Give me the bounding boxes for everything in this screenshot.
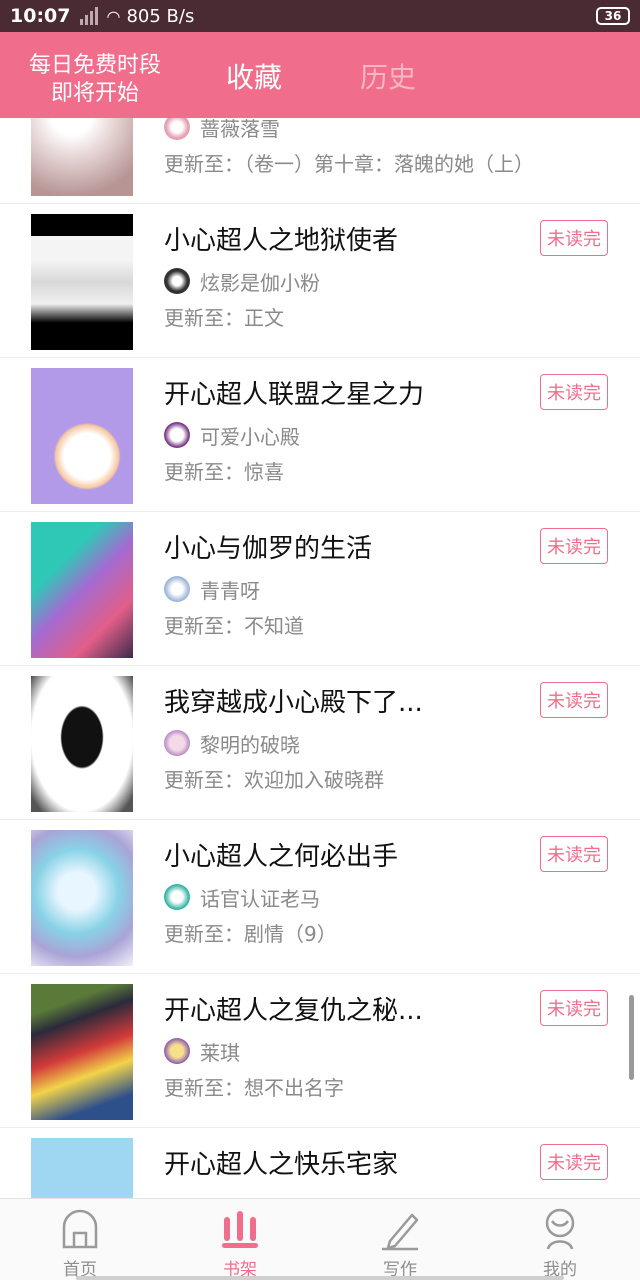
bookshelf-list[interactable]: 蔷薇落雪 更新至：（卷一）第十章：落魄的她（上） 小心超人之地狱使者 炫影是伽小…	[0, 118, 640, 1198]
list-item[interactable]: 我穿越成小心殿下了... 黎明的破晓 更新至：欢迎加入破晓群 未读完	[0, 666, 640, 820]
list-item[interactable]: 小心超人之地狱使者 炫影是伽小粉 更新至：正文 未读完	[0, 204, 640, 358]
tab-favorites[interactable]: 收藏	[226, 56, 282, 96]
author-row: 炫影是伽小粉	[164, 266, 320, 296]
update-text: 更新至：剧情（9）	[164, 922, 337, 946]
author-row: 可爱小心殿	[164, 420, 300, 450]
nav-write[interactable]: 写作	[320, 1199, 480, 1281]
author-name: 炫影是伽小粉	[200, 270, 320, 295]
home-icon	[62, 1209, 98, 1249]
book-title[interactable]: 小心与伽罗的生活	[164, 528, 372, 565]
book-cover[interactable]	[31, 1138, 133, 1198]
author-row: 黎明的破晓	[164, 728, 300, 758]
update-text: 更新至：惊喜	[164, 460, 284, 484]
pencil-icon	[382, 1213, 419, 1251]
tab-history[interactable]: 历史	[360, 56, 416, 96]
home-indicator[interactable]	[76, 1276, 564, 1280]
book-cover[interactable]	[31, 522, 133, 658]
bookshelf-icon	[222, 1211, 258, 1248]
status-time: 10:07	[10, 5, 71, 27]
list-item[interactable]: 开心超人之复仇之秘... 莱琪 更新至：想不出名字 未读完	[0, 974, 640, 1128]
profile-icon	[545, 1208, 575, 1250]
book-title[interactable]: 开心超人联盟之星之力	[164, 374, 424, 411]
avatar	[164, 884, 190, 910]
avatar	[164, 576, 190, 602]
header-bar: 每日免费时段 即将开始 收藏 历史	[0, 32, 640, 118]
list-item[interactable]: 开心超人联盟之星之力 可爱小心殿 更新至：惊喜 未读完	[0, 358, 640, 512]
avatar	[164, 730, 190, 756]
free-time-line2: 即将开始	[50, 81, 139, 106]
unread-badge: 未读完	[540, 374, 608, 410]
author-name: 黎明的破晓	[200, 732, 300, 757]
update-text: 更新至：欢迎加入破晓群	[164, 768, 384, 792]
signal-icon	[80, 7, 99, 25]
author-row: 青青呀	[164, 574, 260, 604]
unread-badge: 未读完	[540, 990, 608, 1026]
author-row: 蔷薇落雪	[164, 118, 280, 142]
update-text: 更新至：想不出名字	[164, 1076, 344, 1100]
battery-icon: 36	[596, 7, 630, 25]
author-name: 话官认证老马	[200, 886, 320, 911]
wifi-icon: ◠	[106, 6, 121, 26]
author-name: 莱琪	[200, 1040, 240, 1065]
unread-badge: 未读完	[540, 836, 608, 872]
free-time-button[interactable]: 每日免费时段 即将开始	[0, 52, 190, 108]
nav-home[interactable]: 首页	[0, 1199, 160, 1281]
list-item[interactable]: 小心与伽罗的生活 青青呀 更新至：不知道 未读完	[0, 512, 640, 666]
author-row: 话官认证老马	[164, 882, 320, 912]
author-name: 可爱小心殿	[200, 424, 300, 449]
network-speed: 805 B/s	[126, 5, 195, 27]
unread-badge: 未读完	[540, 528, 608, 564]
author-row: 莱琪	[164, 1036, 240, 1066]
book-cover[interactable]	[31, 214, 133, 350]
status-bar: 10:07 ◠ 805 B/s 36	[0, 0, 640, 32]
bottom-nav: 首页 书架 写作 我的	[0, 1198, 640, 1280]
book-title[interactable]: 小心超人之地狱使者	[164, 220, 398, 257]
free-time-line1: 每日免费时段	[28, 53, 161, 78]
scrollbar[interactable]	[629, 995, 634, 1080]
update-text: 更新至：不知道	[164, 614, 304, 638]
book-cover[interactable]	[31, 830, 133, 966]
unread-badge: 未读完	[540, 1144, 608, 1180]
list-item[interactable]: 小心超人之何必出手 话官认证老马 更新至：剧情（9） 未读完	[0, 820, 640, 974]
book-title[interactable]: 我穿越成小心殿下了...	[164, 682, 423, 719]
nav-profile[interactable]: 我的	[480, 1199, 640, 1281]
avatar	[164, 1038, 190, 1064]
list-item[interactable]: 开心超人之快乐宅家 未读完	[0, 1128, 640, 1198]
book-title[interactable]: 开心超人之复仇之秘...	[164, 990, 423, 1027]
unread-badge: 未读完	[540, 682, 608, 718]
author-name: 青青呀	[200, 578, 260, 603]
author-name: 蔷薇落雪	[200, 118, 280, 141]
list-item[interactable]: 蔷薇落雪 更新至：（卷一）第十章：落魄的她（上）	[0, 118, 640, 204]
book-title[interactable]: 小心超人之何必出手	[164, 836, 398, 873]
avatar	[164, 422, 190, 448]
book-cover[interactable]	[31, 676, 133, 812]
book-cover[interactable]	[31, 368, 133, 504]
nav-bookshelf[interactable]: 书架	[160, 1199, 320, 1281]
avatar	[164, 268, 190, 294]
update-text: 更新至：正文	[164, 306, 284, 330]
book-cover[interactable]	[31, 984, 133, 1120]
update-text: 更新至：（卷一）第十章：落魄的她（上）	[164, 152, 534, 176]
book-cover[interactable]	[31, 118, 133, 196]
avatar	[164, 118, 190, 140]
unread-badge: 未读完	[540, 220, 608, 256]
book-title[interactable]: 开心超人之快乐宅家	[164, 1144, 398, 1181]
